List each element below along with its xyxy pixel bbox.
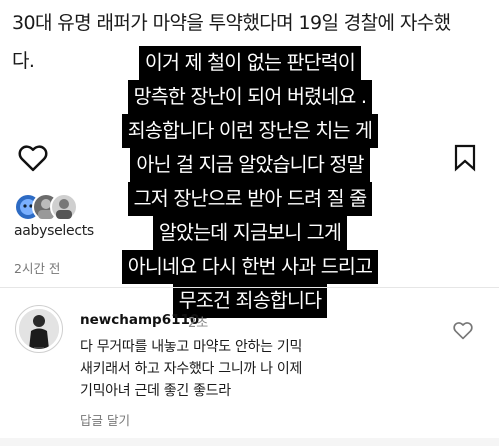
comment-line: 새키래서 하고 자수했다 그니까 나 이제 <box>80 361 303 377</box>
comment-like-heart-icon[interactable] <box>453 321 473 340</box>
story-text-overlay: 이거 제 철이 없는 판단력이 망측한 장난이 되어 버렸네요 . 죄송합니다 … <box>70 46 430 318</box>
overlay-line: 아니네요 다시 한번 사과 드리고 <box>121 250 379 284</box>
comment-line: 기믹아녀 근데 좋긴 좋드라 <box>80 383 231 399</box>
overlay-line: 알았는데 지금보니 그게 <box>152 216 348 250</box>
post-time: 2시간 전 <box>14 261 61 276</box>
caption-line-1: 30대 유명 래퍼가 마약을 투약했다며 19일 경찰에 자수했 <box>12 12 451 34</box>
bottom-bar <box>0 438 499 446</box>
overlay-line: 죄송합니다 이런 장난은 치는 게 <box>121 114 379 148</box>
overlay-line: 이거 제 철이 없는 판단력이 <box>138 46 362 80</box>
like-heart-icon[interactable] <box>18 144 48 172</box>
overlay-line: 그저 장난으로 받아 드려 질 줄 <box>127 182 373 216</box>
comment-line: 다 무거따를 내놓고 마약도 안하는 기믹 <box>80 339 303 355</box>
bookmark-icon[interactable] <box>453 144 477 172</box>
comment-username[interactable]: newchamp6110 <box>80 312 199 328</box>
overlay-line: 아닌 걸 지금 알았습니다 정말 <box>130 148 370 182</box>
overlay-line: 망측한 장난이 되어 버렸네요 . <box>127 80 373 114</box>
reply-button[interactable]: 답글 달기 <box>80 410 130 429</box>
commenter-avatar[interactable] <box>19 309 59 349</box>
divider <box>0 287 499 288</box>
comment-text: 다 무거따를 내놓고 마약도 안하는 기믹 새키래서 하고 자수했다 그니까 나… <box>80 336 410 402</box>
comment-time: 2초 <box>188 316 209 331</box>
